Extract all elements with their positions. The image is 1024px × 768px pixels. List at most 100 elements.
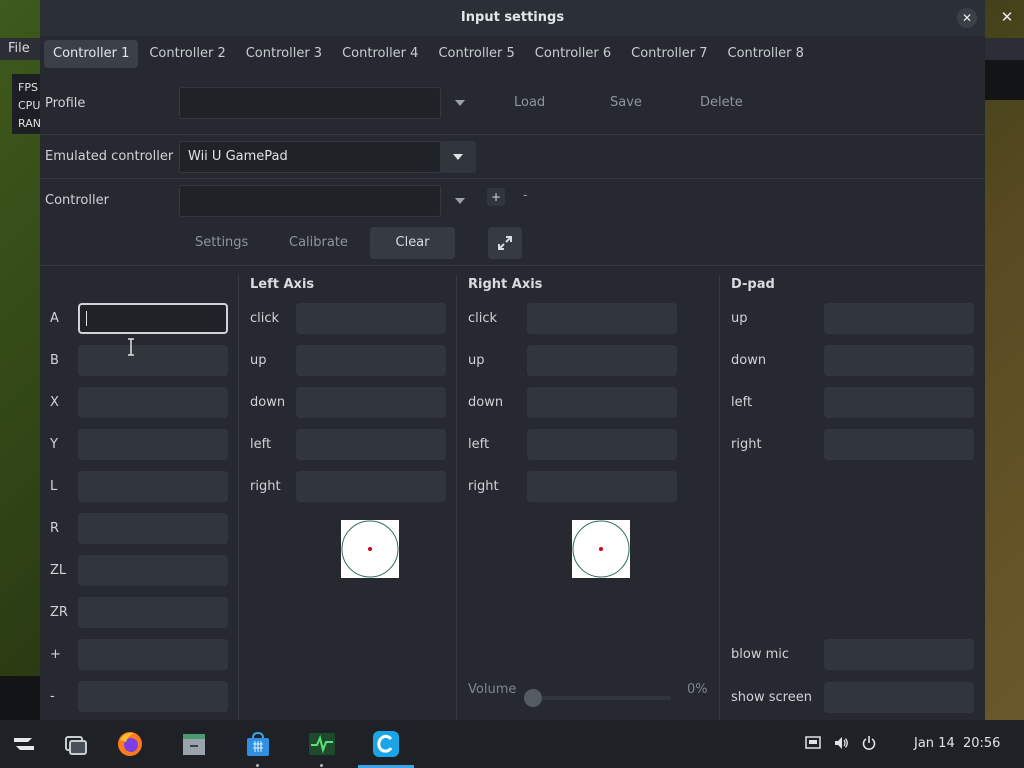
right-axis-key-up: up <box>468 353 485 368</box>
mapping-field-zl[interactable] <box>78 555 228 586</box>
cemu-icon[interactable] <box>372 730 400 758</box>
mapping-field-x[interactable] <box>78 387 228 418</box>
dpad-field-right[interactable] <box>824 429 974 460</box>
right-axis-key-right: right <box>468 479 499 494</box>
mapping-field-l[interactable] <box>78 471 228 502</box>
divider <box>40 265 985 266</box>
clear-button[interactable]: Clear <box>370 227 455 259</box>
remove-controller-button[interactable]: - <box>523 188 528 203</box>
right-axis-key-click: click <box>468 311 498 326</box>
zorin-menu-icon[interactable] <box>10 730 38 758</box>
tab-controller-1[interactable]: Controller 1 <box>44 40 139 68</box>
background-close-icon[interactable]: ✕ <box>998 8 1016 26</box>
chevron-down-icon[interactable] <box>455 198 465 204</box>
dpad-field-down[interactable] <box>824 345 974 376</box>
key-label-zr: ZR <box>50 605 68 620</box>
tab-controller-7[interactable]: Controller 7 <box>622 40 716 68</box>
settings-button[interactable]: Settings <box>195 235 248 250</box>
delete-button[interactable]: Delete <box>700 95 743 110</box>
clock-time: 20:56 <box>962 736 1001 751</box>
axis-circle-icon <box>572 520 630 578</box>
mapping-field-b[interactable] <box>78 345 228 376</box>
divider <box>40 178 985 179</box>
tab-controller-2[interactable]: Controller 2 <box>140 40 234 68</box>
workspaces-icon[interactable] <box>62 730 90 758</box>
left-axis-field-down[interactable] <box>296 387 446 418</box>
volume-icon[interactable] <box>833 735 849 751</box>
controller-tabs: Controller 1 Controller 2 Controller 3 C… <box>44 40 815 68</box>
expand-button[interactable] <box>488 227 522 259</box>
load-button[interactable]: Load <box>514 95 545 110</box>
right-axis-field-up[interactable] <box>527 345 677 376</box>
left-axis-field-up[interactable] <box>296 345 446 376</box>
mapping-field-zr[interactable] <box>78 597 228 628</box>
right-axis-preview <box>572 520 630 578</box>
tab-controller-4[interactable]: Controller 4 <box>333 40 427 68</box>
running-indicator <box>320 764 323 767</box>
dpad-key-right: right <box>731 437 762 452</box>
blow-mic-field[interactable] <box>824 639 974 670</box>
right-axis-field-right[interactable] <box>527 471 677 502</box>
power-icon[interactable] <box>861 735 877 751</box>
save-button[interactable]: Save <box>610 95 642 110</box>
software-store-icon[interactable] <box>244 730 272 758</box>
volume-slider-handle[interactable] <box>524 689 542 707</box>
left-axis-field-click[interactable] <box>296 303 446 334</box>
calibrate-button[interactable]: Calibrate <box>289 235 348 250</box>
right-axis-field-left[interactable] <box>527 429 677 460</box>
right-axis-key-left: left <box>468 437 490 452</box>
dpad-field-up[interactable] <box>824 303 974 334</box>
background-file-menu[interactable]: File <box>8 41 30 56</box>
mapping-field-minus[interactable] <box>78 681 228 712</box>
tab-controller-8[interactable]: Controller 8 <box>719 40 813 68</box>
emulated-controller-combo[interactable]: Wii U GamePad <box>179 141 441 173</box>
show-screen-field[interactable] <box>824 682 974 713</box>
clock[interactable]: Jan 14 20:56 <box>914 736 1000 751</box>
mapping-field-r[interactable] <box>78 513 228 544</box>
profile-combo[interactable] <box>179 87 441 119</box>
text-caret <box>86 311 87 326</box>
key-label-y: Y <box>50 437 58 452</box>
volume-slider-track[interactable] <box>533 696 671 700</box>
axis-circle-icon <box>341 520 399 578</box>
network-icon[interactable] <box>805 735 821 751</box>
tab-controller-6[interactable]: Controller 6 <box>526 40 620 68</box>
left-axis-key-up: up <box>250 353 267 368</box>
key-label-r: R <box>50 521 60 536</box>
right-axis-field-down[interactable] <box>527 387 677 418</box>
right-axis-title: Right Axis <box>468 277 543 292</box>
right-axis-field-click[interactable] <box>527 303 677 334</box>
mapping-field-plus[interactable] <box>78 639 228 670</box>
firefox-icon[interactable] <box>116 730 144 758</box>
key-label-zl: ZL <box>50 563 67 578</box>
files-icon[interactable] <box>180 730 208 758</box>
stats-line: CPU <box>18 99 41 112</box>
stats-line: FPS <box>18 81 38 94</box>
chevron-down-icon <box>453 154 463 160</box>
add-controller-button[interactable]: + <box>487 188 505 206</box>
mapping-field-y[interactable] <box>78 429 228 460</box>
emulated-controller-dropdown[interactable] <box>440 141 476 173</box>
tab-controller-3[interactable]: Controller 3 <box>237 40 331 68</box>
divider <box>40 134 985 135</box>
blow-mic-label: blow mic <box>731 647 790 662</box>
left-axis-key-left: left <box>250 437 272 452</box>
left-axis-field-right[interactable] <box>296 471 446 502</box>
key-label-b: B <box>50 353 59 368</box>
dpad-field-left[interactable] <box>824 387 974 418</box>
text-cursor-icon <box>128 338 134 356</box>
controller-combo[interactable] <box>179 185 441 217</box>
key-label-x: X <box>50 395 59 410</box>
clock-date: Jan 14 <box>914 736 955 751</box>
close-icon[interactable]: ✕ <box>957 8 977 28</box>
controller-label: Controller <box>45 193 109 208</box>
system-monitor-icon[interactable] <box>308 730 336 758</box>
mapping-field-a[interactable] <box>78 303 228 334</box>
running-indicator <box>256 764 259 767</box>
input-settings-dialog: Input settings ✕ Controller 1 Controller… <box>40 0 985 720</box>
chevron-down-icon[interactable] <box>455 100 465 106</box>
tab-controller-5[interactable]: Controller 5 <box>429 40 523 68</box>
left-axis-key-click: click <box>250 311 280 326</box>
left-axis-field-left[interactable] <box>296 429 446 460</box>
show-screen-label: show screen <box>731 690 812 705</box>
